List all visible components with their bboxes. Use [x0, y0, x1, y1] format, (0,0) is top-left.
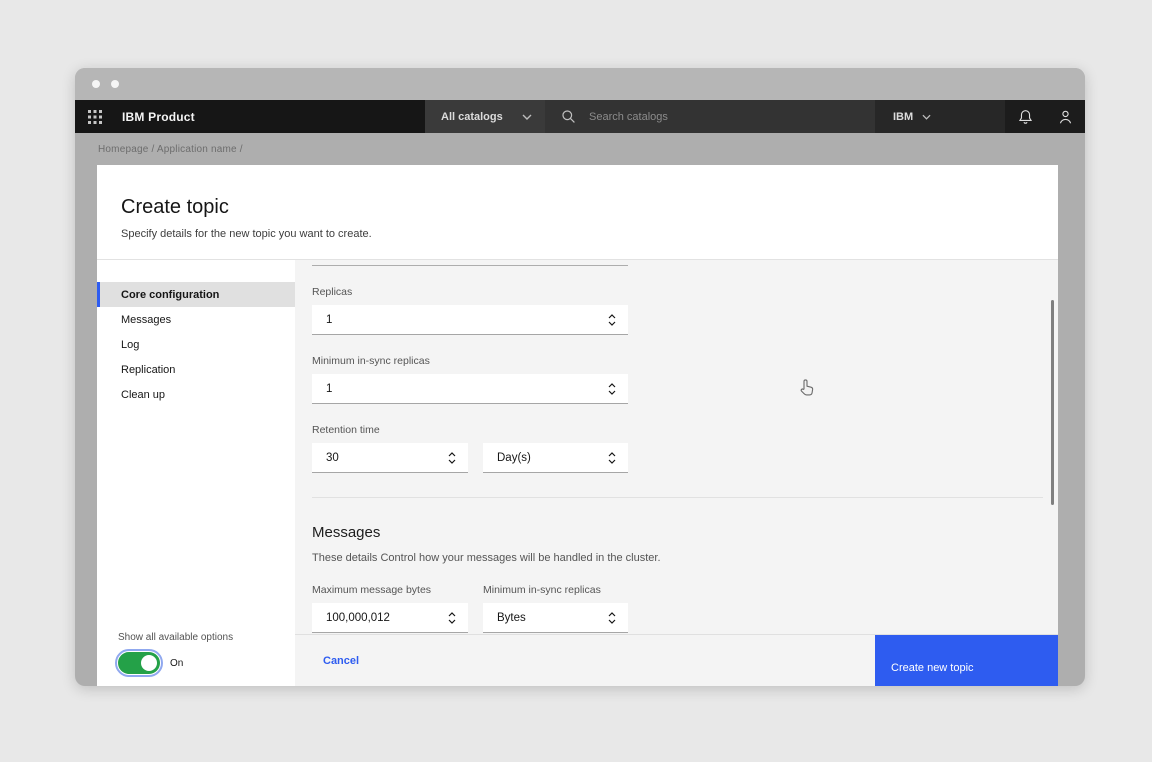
app-switcher-button[interactable]	[75, 100, 115, 133]
breadcrumb[interactable]: Homepage / Application name /	[75, 133, 1085, 165]
retention-time-label: Retention time	[312, 424, 1058, 436]
unit-stepper[interactable]	[606, 450, 618, 466]
nav-item-messages[interactable]: Messages	[97, 307, 295, 332]
modal-side-nav: Core configuration Messages Log Replicat…	[97, 260, 295, 686]
notifications-button[interactable]	[1005, 100, 1045, 133]
create-new-topic-button[interactable]: Create new topic	[875, 635, 1058, 686]
messages-section-title: Messages	[312, 524, 1058, 541]
grid-icon	[88, 110, 102, 124]
chevron-down-icon	[922, 114, 931, 120]
page-subtitle: Specify details for the new topic you wa…	[121, 228, 1034, 240]
nav-item-log[interactable]: Log	[97, 332, 295, 357]
cancel-button[interactable]: Cancel	[323, 655, 359, 667]
window-titlebar	[75, 68, 1085, 100]
modal-header: Create topic Specify details for the new…	[97, 165, 1058, 260]
user-profile-button[interactable]	[1045, 100, 1085, 133]
account-dropdown-label: IBM	[893, 111, 913, 123]
max-bytes-value: 100,000,012	[326, 612, 390, 624]
msg-min-insync-input[interactable]: Bytes	[483, 603, 628, 633]
nav-item-replication[interactable]: Replication	[97, 357, 295, 382]
page-title: Create topic	[121, 196, 1034, 219]
msg-min-insync-label: Minimum in-sync replicas	[483, 584, 628, 596]
retention-unit-select[interactable]: Day(s)	[483, 443, 628, 473]
msg-min-insync-value: Bytes	[497, 612, 526, 624]
number-stepper[interactable]	[446, 610, 458, 626]
search-icon	[561, 109, 576, 124]
unit-stepper[interactable]	[606, 610, 618, 626]
account-dropdown[interactable]: IBM	[875, 100, 1005, 133]
replicas-value: 1	[326, 314, 332, 326]
number-stepper[interactable]	[606, 381, 618, 397]
min-insync-input[interactable]: 1	[312, 374, 628, 404]
min-insync-label: Minimum in-sync replicas	[312, 355, 1058, 367]
person-icon	[1058, 109, 1073, 125]
section-divider	[312, 497, 1043, 498]
catalog-search-field[interactable]: Search catalogs	[545, 100, 875, 133]
number-stepper[interactable]	[606, 312, 618, 328]
catalogs-dropdown-label: All catalogs	[441, 111, 503, 123]
replicas-label: Replicas	[312, 286, 1058, 298]
options-toggle[interactable]	[118, 652, 160, 674]
number-stepper[interactable]	[446, 450, 458, 466]
header-actions	[1005, 100, 1085, 133]
retention-unit-value: Day(s)	[497, 452, 531, 464]
show-all-options: Show all available options On	[118, 632, 233, 674]
app-window: IBM Product All catalogs Search catalogs…	[75, 68, 1085, 686]
form-scroll-area: Replicas 1 Minimum in-sync replicas 1	[295, 260, 1058, 634]
toggle-knob	[141, 655, 157, 671]
bell-icon	[1018, 109, 1033, 125]
modal-footer: Cancel Create new topic	[295, 634, 1058, 686]
modal-scrollbar[interactable]	[1051, 300, 1054, 505]
product-name: IBM Product	[115, 100, 425, 133]
min-insync-value: 1	[326, 383, 332, 395]
create-topic-modal: Create topic Specify details for the new…	[97, 165, 1058, 686]
catalogs-dropdown[interactable]: All catalogs	[425, 100, 545, 133]
toggle-state-label: On	[170, 658, 183, 669]
retention-value: 30	[326, 452, 339, 464]
chevron-down-icon	[522, 114, 532, 120]
nav-item-core-configuration[interactable]: Core configuration	[97, 282, 295, 307]
nav-item-clean-up[interactable]: Clean up	[97, 382, 295, 407]
max-bytes-label: Maximum message bytes	[312, 584, 468, 596]
max-bytes-input[interactable]: 100,000,012	[312, 603, 468, 633]
window-control-dot[interactable]	[92, 80, 100, 88]
retention-value-input[interactable]: 30	[312, 443, 468, 473]
app-header: IBM Product All catalogs Search catalogs…	[75, 100, 1085, 133]
search-placeholder: Search catalogs	[589, 111, 668, 123]
messages-section-description: These details Control how your messages …	[312, 552, 1058, 564]
cutoff-field-top	[312, 265, 628, 266]
toggle-label: Show all available options	[118, 632, 233, 643]
replicas-input[interactable]: 1	[312, 305, 628, 335]
window-control-dot[interactable]	[111, 80, 119, 88]
